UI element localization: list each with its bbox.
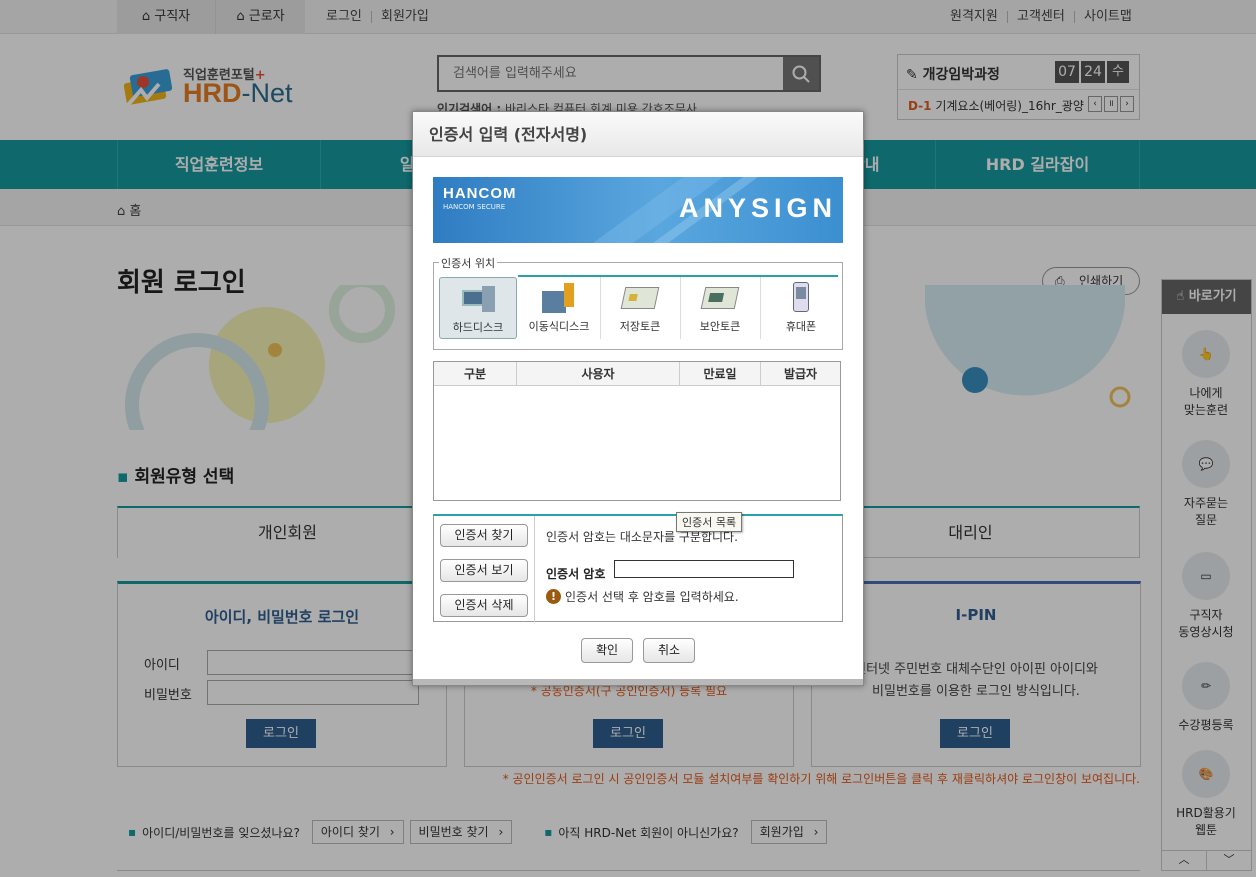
dialog-title: 인증서 입력 (전자서명) bbox=[413, 112, 863, 157]
password-panel: 인증서 찾기 인증서 보기 인증서 삭제 인증서 암호는 대소문자를 구분합니다… bbox=[433, 514, 843, 622]
card-icon bbox=[620, 287, 660, 309]
certificate-table: 구분 사용자 만료일 발급자 bbox=[433, 361, 841, 501]
col-user[interactable]: 사용자 bbox=[517, 362, 680, 386]
anysign-logo: ANYSIGN bbox=[679, 193, 838, 223]
cancel-button[interactable]: 취소 bbox=[643, 638, 695, 663]
table-header: 구분 사용자 만료일 발급자 bbox=[434, 362, 840, 386]
token-icon bbox=[700, 287, 740, 309]
warning-icon: ! bbox=[546, 589, 561, 604]
anysign-banner: HANCOM HANCOM SECURE ANYSIGN bbox=[433, 177, 843, 243]
hancom-logo: HANCOM bbox=[443, 185, 517, 202]
tooltip: 인증서 목록 bbox=[676, 512, 743, 532]
hancom-secure-text: HANCOM SECURE bbox=[443, 203, 506, 211]
password-field-label: 인증서 암호 bbox=[546, 567, 606, 581]
location-removable[interactable]: 이동식디스크 bbox=[520, 277, 598, 339]
location-fieldset: 인증서 위치 하드디스크 이동식디스크 저장토큰 보안토큰 휴대폰 bbox=[433, 255, 843, 350]
password-hint: ! 인증서 선택 후 암호를 입력하세요. bbox=[546, 588, 739, 605]
col-expiry[interactable]: 만료일 bbox=[680, 362, 761, 386]
delete-certificate-button[interactable]: 인증서 삭제 bbox=[440, 594, 528, 617]
usb-drive-icon bbox=[542, 283, 578, 313]
ok-button[interactable]: 확인 bbox=[581, 638, 633, 663]
location-legend: 인증서 위치 bbox=[439, 255, 498, 271]
col-issuer[interactable]: 발급자 bbox=[761, 362, 840, 386]
location-security-token[interactable]: 보안토큰 bbox=[680, 277, 758, 339]
location-phone[interactable]: 휴대폰 bbox=[760, 277, 840, 339]
computer-icon bbox=[462, 286, 496, 314]
dialog-footer bbox=[413, 679, 863, 685]
phone-icon bbox=[793, 282, 809, 312]
certificate-password-input[interactable] bbox=[614, 560, 794, 578]
find-certificate-button[interactable]: 인증서 찾기 bbox=[440, 524, 528, 547]
col-type[interactable]: 구분 bbox=[434, 362, 517, 386]
certificate-dialog: 인증서 입력 (전자서명) HANCOM HANCOM SECURE ANYSI… bbox=[412, 111, 864, 686]
view-certificate-button[interactable]: 인증서 보기 bbox=[440, 559, 528, 582]
location-harddisk[interactable]: 하드디스크 bbox=[439, 277, 517, 339]
location-storage-token[interactable]: 저장토큰 bbox=[600, 277, 678, 339]
